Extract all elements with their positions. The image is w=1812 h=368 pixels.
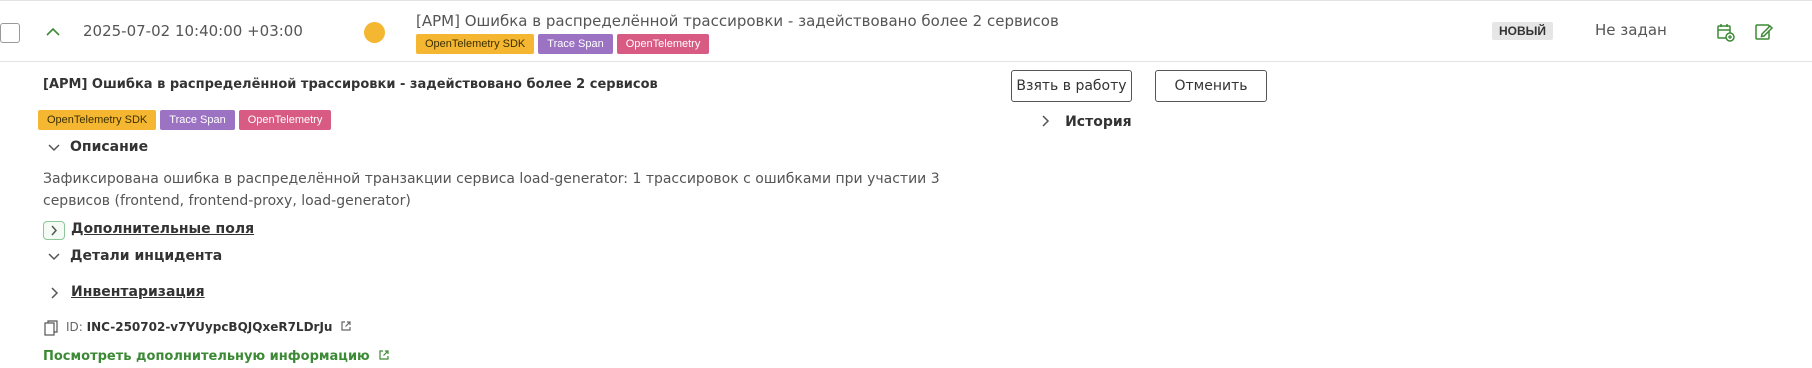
history-label[interactable]: История xyxy=(1065,114,1132,130)
extra-fields-label[interactable]: Дополнительные поля xyxy=(71,221,254,237)
tag-opentelemetry-sdk: OpenTelemetry SDK xyxy=(416,34,535,54)
tag-opentelemetry-sdk: OpenTelemetry SDK xyxy=(38,110,157,130)
incident-tags: OpenTelemetry SDK Trace Span OpenTelemet… xyxy=(416,34,710,54)
more-info-label[interactable]: Посмотреть дополнительную информацию xyxy=(43,349,370,364)
detail-tags: OpenTelemetry SDK Trace Span OpenTelemet… xyxy=(38,110,332,130)
edit-icon[interactable] xyxy=(1753,21,1775,43)
id-label: ID: xyxy=(66,320,83,334)
more-info-link[interactable]: Посмотреть дополнительную информацию xyxy=(43,349,390,364)
cancel-button[interactable]: Отменить xyxy=(1155,70,1267,102)
chevron-down-icon[interactable] xyxy=(47,250,61,264)
external-link-icon[interactable] xyxy=(340,320,352,332)
take-to-work-button[interactable]: Взять в работу xyxy=(1011,70,1132,102)
incident-datetime: 2025-07-02 10:40:00 +03:00 xyxy=(83,22,303,40)
description-text: Зафиксирована ошибка в распределённой тр… xyxy=(43,171,940,209)
description-section-label[interactable]: Описание xyxy=(70,139,148,155)
incident-row[interactable]: 2025-07-02 10:40:00 +03:00 [APM] Ошибка … xyxy=(0,0,1812,62)
copy-icon[interactable] xyxy=(44,320,58,336)
assignee: Не задан xyxy=(1595,21,1667,39)
inventory-label[interactable]: Инвентаризация xyxy=(71,284,205,300)
calendar-add-icon[interactable] xyxy=(1714,21,1736,43)
incident-details-label[interactable]: Детали инцидента xyxy=(70,248,222,264)
status-badge: НОВЫЙ xyxy=(1492,22,1554,40)
row-checkbox[interactable] xyxy=(0,23,20,43)
tag-trace-span: Trace Span xyxy=(160,110,235,130)
history-toggle[interactable]: История xyxy=(1038,111,1132,130)
detail-title: [APM] Ошибка в распределённой трассировк… xyxy=(43,77,658,92)
chevron-right-icon[interactable] xyxy=(47,286,61,300)
incident-id[interactable]: INC-250702-v7YUypcBQJQxeR7LDrJu xyxy=(87,320,333,334)
tag-opentelemetry: OpenTelemetry xyxy=(616,34,710,54)
chevron-up-icon[interactable] xyxy=(44,23,62,41)
chevron-right-icon xyxy=(1042,115,1050,127)
chevron-right-icon xyxy=(51,225,58,236)
incident-id-line: ID: INC-250702-v7YUypcBQJQxeR7LDrJu xyxy=(66,320,352,334)
extra-fields-toggle[interactable] xyxy=(43,221,65,240)
incident-title[interactable]: [APM] Ошибка в распределённой трассировк… xyxy=(416,12,1059,30)
tag-trace-span: Trace Span xyxy=(538,34,613,54)
status-indicator xyxy=(364,22,385,43)
chevron-down-icon[interactable] xyxy=(47,141,61,155)
external-link-icon[interactable] xyxy=(378,349,390,361)
tag-opentelemetry: OpenTelemetry xyxy=(238,110,332,130)
